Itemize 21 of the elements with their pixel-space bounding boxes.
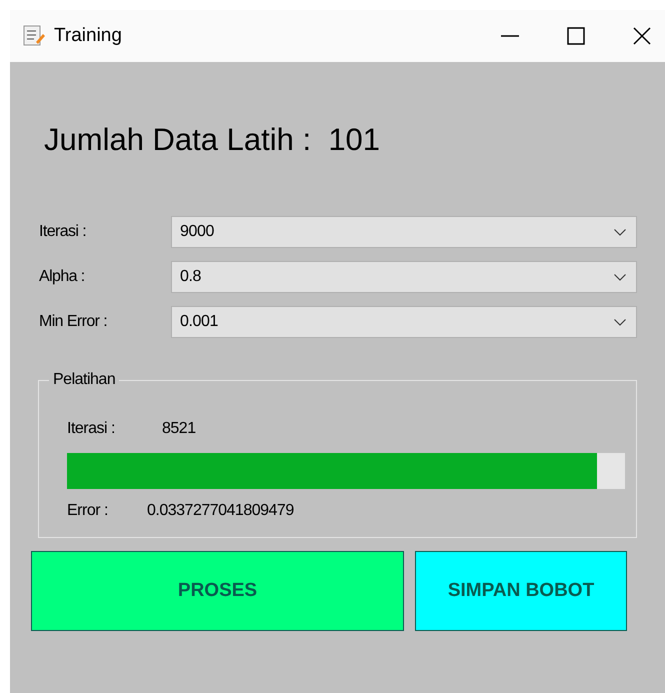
data-count-heading: Jumlah Data Latih : 101 bbox=[44, 122, 380, 159]
chevron-down-icon bbox=[614, 228, 626, 236]
notepad-icon bbox=[22, 24, 46, 48]
error-label: Error : bbox=[67, 502, 109, 520]
process-button[interactable]: PROSES bbox=[31, 551, 404, 631]
dropdown-field[interactable]: 0.001 bbox=[171, 306, 637, 338]
minimize-icon bbox=[501, 35, 519, 37]
maximize-icon bbox=[567, 27, 585, 45]
save-weights-button[interactable]: SIMPAN BOBOT bbox=[415, 551, 627, 631]
window-title: Training bbox=[54, 25, 123, 47]
chevron-down-icon bbox=[614, 318, 626, 326]
dropdown-field[interactable]: 0.8 bbox=[171, 261, 637, 293]
chevron-down-icon bbox=[614, 274, 626, 280]
field-label: Alpha : bbox=[38, 268, 86, 286]
error-value: 0.0337277041809479 bbox=[147, 502, 294, 520]
iteration-value: 8521 bbox=[162, 420, 196, 438]
field-label: Min Error : bbox=[38, 313, 108, 331]
field-label: Iterasi : bbox=[38, 223, 88, 241]
iteration-label: Iterasi : bbox=[67, 420, 116, 438]
close-icon bbox=[633, 27, 651, 45]
dropdown-field[interactable]: 9000 bbox=[171, 216, 637, 248]
